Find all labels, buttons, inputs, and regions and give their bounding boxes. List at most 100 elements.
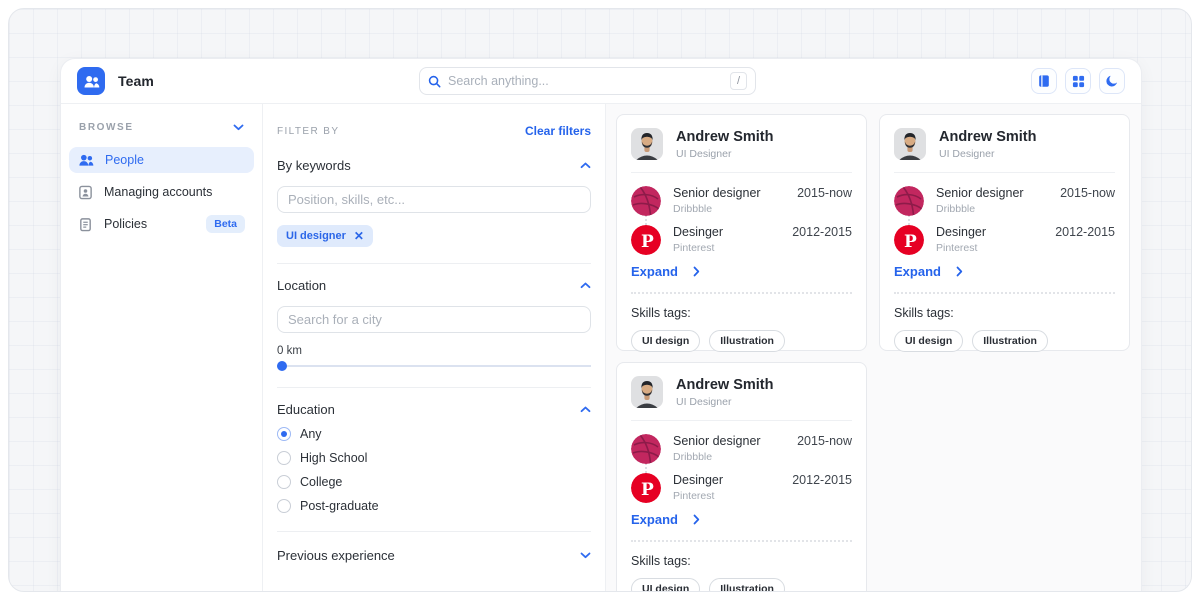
radio-icon[interactable] — [277, 499, 291, 513]
dark-mode-button[interactable] — [1099, 68, 1125, 94]
chevron-down-icon — [233, 124, 244, 131]
expand-button[interactable]: Expand — [631, 264, 852, 279]
education-section-toggle[interactable]: Education — [277, 402, 591, 417]
education-option-post-graduate[interactable]: Post-graduate — [277, 499, 591, 513]
keyword-tag-label: UI designer — [286, 230, 346, 242]
app-title: Team — [118, 73, 154, 89]
timeline-entry: Senior designer Dribbble 2015-now — [631, 434, 852, 464]
person-card: Andrew Smith UI Designer — [616, 114, 867, 351]
city-search-input[interactable] — [277, 306, 591, 333]
avatar — [894, 128, 926, 160]
search-input[interactable] — [448, 74, 730, 88]
person-role: UI Designer — [676, 148, 773, 160]
keywords-section-toggle[interactable]: By keywords — [277, 158, 591, 173]
filter-panel-label: FILTER BY — [277, 126, 339, 137]
person-role: UI Designer — [939, 148, 1036, 160]
position-title: Desinger — [936, 225, 1043, 239]
keyword-tag-chip[interactable]: UI designer ✕ — [277, 225, 373, 247]
position-period: 2015-now — [1060, 186, 1115, 200]
avatar — [631, 128, 663, 160]
section-divider — [277, 387, 591, 388]
skills-label: Skills tags: — [894, 306, 1115, 320]
person-name: Andrew Smith — [939, 129, 1036, 145]
experience-section-title: Previous experience — [277, 548, 395, 563]
sidebar-item-label: People — [105, 153, 144, 167]
position-org: Dribbble — [936, 203, 1048, 215]
education-option-high-school[interactable]: High School — [277, 451, 591, 465]
slider-thumb[interactable] — [277, 361, 287, 371]
position-period: 2012-2015 — [792, 473, 852, 487]
skill-tag: Illustration — [709, 330, 785, 352]
sidebar-item-policies[interactable]: Policies Beta — [69, 211, 254, 237]
keywords-input[interactable] — [277, 186, 591, 213]
section-divider — [277, 263, 591, 264]
global-search[interactable]: / — [419, 67, 756, 95]
avatar — [631, 376, 663, 408]
education-section-title: Education — [277, 402, 335, 417]
timeline-entry: P Desinger Pinterest 2012-2015 — [894, 225, 1115, 255]
position-period: 2015-now — [797, 186, 852, 200]
chevron-right-icon — [693, 514, 700, 525]
keywords-section-title: By keywords — [277, 158, 351, 173]
notebook-button[interactable] — [1031, 68, 1057, 94]
radio-label: Any — [300, 427, 322, 441]
pinterest-icon: P — [631, 473, 661, 503]
timeline-entry: Senior designer Dribbble 2015-now — [894, 186, 1115, 216]
sidebar-item-people[interactable]: People — [69, 147, 254, 173]
experience-timeline: Senior designer Dribbble 2015-now P — [631, 421, 852, 503]
pinterest-icon: P — [894, 225, 924, 255]
location-section-title: Location — [277, 278, 326, 293]
desktop-canvas: Team / — [8, 8, 1192, 592]
pinterest-icon: P — [631, 225, 661, 255]
svg-text:P: P — [641, 480, 654, 500]
skill-tag: UI design — [894, 330, 963, 352]
person-name: Andrew Smith — [676, 377, 773, 393]
person-card: Andrew Smith UI Designer — [879, 114, 1130, 351]
radio-icon[interactable] — [277, 475, 291, 489]
clear-filters-link[interactable]: Clear filters — [525, 124, 591, 138]
timeline-entry: P Desinger Pinterest 2012-2015 — [631, 225, 852, 255]
distance-slider[interactable] — [277, 361, 591, 371]
chevron-up-icon — [580, 162, 591, 169]
sidebar-section-label: BROWSE — [79, 122, 134, 133]
expand-button[interactable]: Expand — [894, 264, 1115, 279]
sidebar-item-label: Policies — [104, 217, 147, 231]
position-org: Dribbble — [673, 203, 785, 215]
grid-icon — [1072, 75, 1085, 88]
header-actions — [1031, 68, 1125, 94]
remove-tag-icon[interactable]: ✕ — [354, 229, 364, 243]
skills-label: Skills tags: — [631, 306, 852, 320]
education-option-any[interactable]: Any — [277, 427, 591, 441]
apps-grid-button[interactable] — [1065, 68, 1091, 94]
expand-button[interactable]: Expand — [631, 512, 852, 527]
radio-icon[interactable] — [277, 451, 291, 465]
section-divider — [277, 531, 591, 532]
radio-label: College — [300, 475, 342, 489]
chevron-up-icon — [580, 282, 591, 289]
position-title: Senior designer — [673, 434, 785, 448]
position-title: Desinger — [673, 225, 780, 239]
app-header: Team / — [61, 59, 1141, 104]
people-icon — [78, 152, 94, 168]
radio-label: High School — [300, 451, 367, 465]
expand-label: Expand — [631, 264, 678, 279]
sidebar-section-header[interactable]: BROWSE — [69, 122, 254, 147]
experience-section-toggle[interactable]: Previous experience — [277, 548, 591, 563]
sidebar-item-managing-accounts[interactable]: Managing accounts — [69, 179, 254, 205]
slider-track[interactable] — [277, 365, 591, 367]
skill-tag: Illustration — [972, 330, 1048, 352]
beta-badge: Beta — [206, 215, 245, 233]
position-period: 2015-now — [797, 434, 852, 448]
skills-label: Skills tags: — [631, 554, 852, 568]
distance-value-label: 0 km — [277, 345, 591, 357]
svg-text:P: P — [641, 232, 654, 252]
radio-selected-icon[interactable] — [277, 427, 291, 441]
person-name: Andrew Smith — [676, 129, 773, 145]
dashed-divider — [894, 292, 1115, 294]
position-org: Dribbble — [673, 451, 785, 463]
dribbble-icon — [894, 186, 924, 216]
skill-tag: UI design — [631, 330, 700, 352]
filter-panel: FILTER BY Clear filters By keywords UI d… — [263, 104, 606, 592]
location-section-toggle[interactable]: Location — [277, 278, 591, 293]
education-option-college[interactable]: College — [277, 475, 591, 489]
